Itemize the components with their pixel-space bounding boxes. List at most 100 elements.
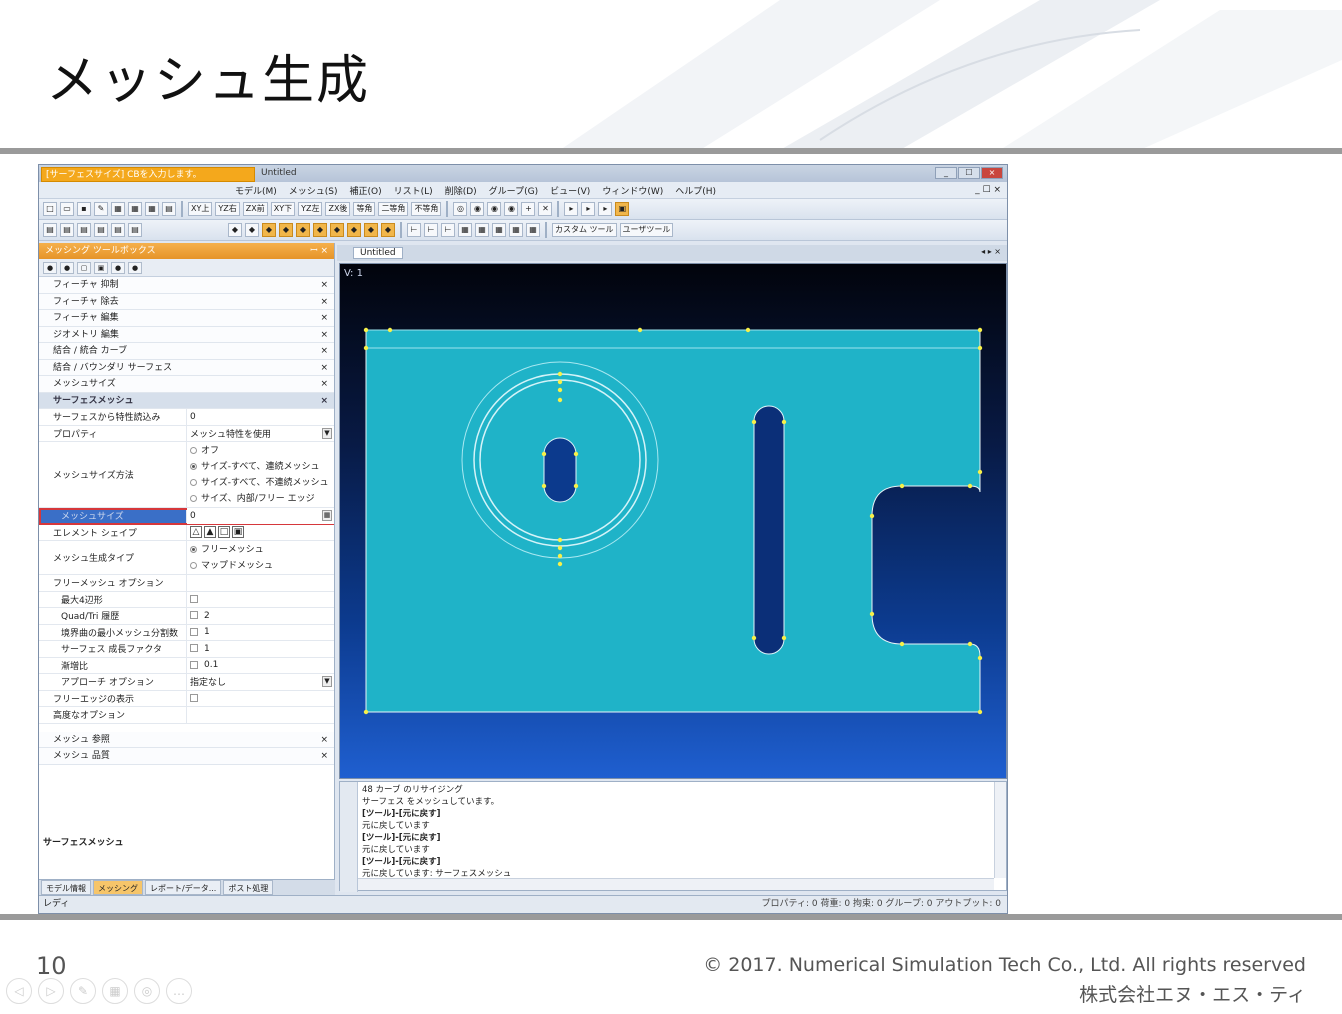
close-icon[interactable]: × — [320, 277, 328, 293]
group-icon-2[interactable]: ● — [128, 261, 142, 274]
prop-free-options[interactable]: フリーメッシュ オプション — [39, 575, 334, 592]
menu-item-view[interactable]: ビュー(V) — [550, 184, 590, 197]
mesh-tool-icon-6[interactable]: ◆ — [313, 223, 327, 237]
view-zx-back-button[interactable]: ZX後 — [325, 202, 351, 216]
pan-icon[interactable]: ◉ — [504, 202, 519, 216]
zoom-icon[interactable]: ◎ — [134, 978, 160, 1004]
view-zx-front-button[interactable]: ZX前 — [242, 202, 268, 216]
close-icon[interactable]: × — [320, 732, 328, 748]
mesh-tool-icon-3[interactable]: ◆ — [262, 223, 276, 237]
align-icon-3[interactable]: ⊢ — [441, 223, 455, 237]
close-icon[interactable]: × — [320, 393, 328, 409]
sizing-option-continuous[interactable]: サイズ-すべて、連続メッシュ — [190, 459, 334, 475]
new-file-icon[interactable]: □ — [43, 202, 57, 216]
sizing-option-off[interactable]: オフ — [190, 443, 334, 459]
smooth-checkbox[interactable] — [190, 660, 198, 669]
max-quad-checkbox[interactable] — [190, 594, 198, 603]
mesh-tool-icon[interactable]: ◆ — [228, 223, 242, 237]
free-edge-checkbox[interactable] — [190, 693, 198, 702]
custom-tool-button[interactable]: カスタム ツール — [552, 223, 617, 237]
close-icon[interactable]: × — [320, 327, 328, 343]
mdi-controls[interactable]: _ ☐ × — [975, 185, 1001, 195]
calculator-icon[interactable]: ▦ — [322, 510, 332, 521]
property-select[interactable]: メッシュ特性を使用 ▼ — [187, 425, 334, 441]
menu-item-modify[interactable]: 補正(O) — [350, 184, 382, 197]
view-yz-left-button[interactable]: YZ左 — [298, 202, 323, 216]
table-icon-3[interactable]: ▦ — [492, 223, 506, 237]
align-icon-2[interactable]: ⊢ — [424, 223, 438, 237]
menu-item-group[interactable]: グループ(G) — [489, 184, 538, 197]
highlight-icon[interactable]: ▣ — [615, 202, 630, 216]
layout-icon-4[interactable]: ▤ — [94, 223, 108, 237]
select-icon[interactable]: ▸ — [564, 202, 579, 216]
rotate-icon[interactable]: ◉ — [487, 202, 502, 216]
paste-icon[interactable]: ▣ — [94, 261, 108, 274]
gen-type-free[interactable]: フリーメッシュ — [190, 542, 334, 558]
mesh-tool-icon-7[interactable]: ◆ — [330, 223, 344, 237]
delete-icon[interactable]: ✕ — [538, 202, 553, 216]
more-icon[interactable]: … — [166, 978, 192, 1004]
tab-report-data[interactable]: レポート/データ... — [145, 880, 222, 895]
section-mesh-quality[interactable]: メッシュ 品質 × — [39, 748, 334, 765]
menu-item-mesh[interactable]: メッシュ(S) — [289, 184, 338, 197]
gen-type-mapped[interactable]: マップドメッシュ — [190, 558, 334, 574]
prop-advanced[interactable]: 高度なオプション — [39, 707, 334, 724]
menu-item-delete[interactable]: 削除(D) — [445, 184, 477, 197]
tab-untitled[interactable]: Untitled — [353, 247, 403, 259]
grid-icon-2[interactable]: ▦ — [128, 202, 142, 216]
output-hscrollbar[interactable] — [358, 878, 994, 890]
tool-icon[interactable]: ● — [43, 261, 57, 274]
grid-icon[interactable]: ▦ — [111, 202, 125, 216]
tab-post-processing[interactable]: ポスト処理 — [223, 880, 274, 895]
close-icon[interactable]: × — [320, 748, 328, 764]
mesh-tool-icon-5[interactable]: ◆ — [296, 223, 310, 237]
triangle-shape-icon[interactable]: △ — [190, 526, 202, 539]
mesh-tool-icon-2[interactable]: ◆ — [245, 223, 259, 237]
mesh-size-input[interactable]: 0 ▦ — [187, 508, 334, 524]
pin-close-icon[interactable]: ꟷ × — [310, 243, 328, 259]
layout-icon-3[interactable]: ▤ — [77, 223, 91, 237]
section-feature-remove[interactable]: フィーチャ 除去 × — [39, 293, 334, 310]
pen-icon[interactable]: ✎ — [70, 978, 96, 1004]
copy-icon[interactable]: ▢ — [77, 261, 91, 274]
menu-item-window[interactable]: ウィンドウ(W) — [602, 184, 663, 197]
maximize-button[interactable]: ☐ — [958, 167, 980, 179]
growth-checkbox[interactable] — [190, 644, 198, 653]
mesh-tool-icon-9[interactable]: ◆ — [364, 223, 378, 237]
section-geometry-edit[interactable]: ジオメトリ 編集 × — [39, 326, 334, 343]
open-folder-icon[interactable]: ▭ — [60, 202, 74, 216]
filter-icon[interactable]: ▸ — [581, 202, 596, 216]
close-icon[interactable]: × — [320, 376, 328, 392]
prev-slide-icon[interactable]: ◁ — [6, 978, 32, 1004]
section-surface-mesh[interactable]: サーフェスメッシュ × — [39, 392, 334, 409]
tab-model-info[interactable]: モデル情報 — [41, 880, 91, 895]
close-icon[interactable]: × — [320, 343, 328, 359]
graphics-viewport[interactable]: V: 1 — [339, 263, 1007, 779]
menu-item-list[interactable]: リスト(L) — [394, 184, 433, 197]
section-feature-suppress[interactable]: フィーチャ 抑制 × — [39, 277, 334, 294]
view-xy-top-button[interactable]: XY上 — [188, 202, 213, 216]
min-div-checkbox[interactable] — [190, 627, 198, 636]
view-dimetric-button[interactable]: 二等角 — [378, 202, 409, 216]
section-combine-curve[interactable]: 結合 / 統合 カーブ × — [39, 343, 334, 360]
mesh-tool-icon-10[interactable]: ◆ — [381, 223, 395, 237]
sizing-option-discontinuous[interactable]: サイズ-すべて、不連続メッシュ — [190, 475, 334, 491]
group-icon[interactable]: ● — [111, 261, 125, 274]
approach-select[interactable]: 指定なし ▼ — [187, 674, 334, 690]
table-icon-4[interactable]: ▦ — [509, 223, 523, 237]
tab-meshing[interactable]: メッシング — [93, 880, 143, 895]
section-mesh-reference[interactable]: メッシュ 参照 × — [39, 731, 334, 748]
output-vscrollbar[interactable] — [994, 782, 1006, 878]
close-icon[interactable]: × — [320, 310, 328, 326]
section-feature-edit[interactable]: フィーチャ 編集 × — [39, 310, 334, 327]
add-icon[interactable]: + — [521, 202, 536, 216]
view-iso-button[interactable]: 等角 — [353, 202, 376, 216]
menu-item-model[interactable]: モデル(M) — [235, 184, 277, 197]
grid-icon-3[interactable]: ▦ — [145, 202, 159, 216]
layout-icon-2[interactable]: ▤ — [60, 223, 74, 237]
sizing-option-internal[interactable]: サイズ、内部/フリー エッジ — [190, 491, 334, 507]
table-icon-2[interactable]: ▦ — [475, 223, 489, 237]
triangle-filled-shape-icon[interactable]: ▲ — [204, 526, 216, 539]
edit-icon[interactable]: ✎ — [94, 202, 108, 216]
output-side-tab[interactable] — [340, 782, 358, 892]
